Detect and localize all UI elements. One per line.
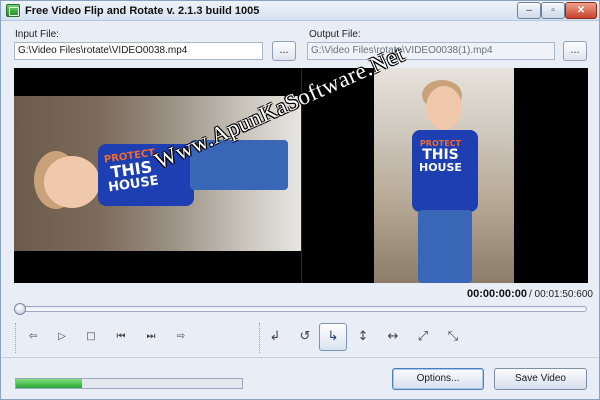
output-browse-button[interactable]: ... <box>563 41 587 61</box>
save-video-button[interactable]: Save Video <box>494 368 587 390</box>
flip-horizontal-button[interactable]: ↔ <box>379 323 407 351</box>
transverse-icon: ⤡ <box>447 329 459 344</box>
window-title: Free Video Flip and Rotate v. 2.1.3 buil… <box>25 5 260 17</box>
output-child-jeans <box>418 210 472 283</box>
next-frame-icon: ⏭ <box>146 331 156 342</box>
options-button[interactable]: Options... <box>392 368 484 390</box>
current-time: 00:00:00:00 <box>467 288 527 300</box>
seek-thumb[interactable] <box>14 303 26 315</box>
output-child-shirt: PROTECT THIS HOUSE <box>412 130 478 212</box>
source-child-face <box>44 156 100 208</box>
rotate-right-button[interactable]: ↳ <box>319 323 347 351</box>
maximize-button[interactable]: ▫ <box>541 2 565 19</box>
output-preview: PROTECT THIS HOUSE <box>374 68 514 283</box>
progress-bar <box>15 378 243 389</box>
rotate-180-button[interactable]: ↺ <box>291 323 319 351</box>
play-button[interactable]: ▷ <box>48 323 76 351</box>
total-duration: / 00:01:50:600 <box>529 289 593 300</box>
transverse-button[interactable]: ⤡ <box>439 323 467 351</box>
flip-vertical-button[interactable]: ↕ <box>349 323 377 351</box>
output-shirt-line3: HOUSE <box>419 161 462 174</box>
output-shirt-line2: THIS <box>422 147 459 163</box>
input-file-field[interactable]: G:\Video Files\rotate\VIDEO0038.mp4 <box>14 42 263 60</box>
stop-button[interactable]: □ <box>77 323 105 351</box>
rotate-left-button[interactable]: ↲ <box>261 323 289 351</box>
app-window: Free Video Flip and Rotate v. 2.1.3 buil… <box>0 0 600 400</box>
app-icon <box>6 4 20 17</box>
transpose-icon: ⤢ <box>417 329 429 344</box>
previous-frame-button[interactable]: ⏮ <box>107 323 135 351</box>
output-child-face <box>426 86 462 130</box>
input-browse-button[interactable]: ... <box>272 41 296 61</box>
seek-bar[interactable] <box>15 306 587 312</box>
flip-horizontal-icon: ↔ <box>387 329 399 344</box>
forward-button[interactable]: ⇨ <box>167 323 195 351</box>
progress-fill <box>16 379 82 388</box>
input-file-label: Input File: <box>15 29 59 40</box>
rewind-button[interactable]: ⇦ <box>19 323 47 351</box>
close-button[interactable]: ✕ <box>565 2 597 19</box>
next-frame-button[interactable]: ⏭ <box>137 323 165 351</box>
bottom-separator <box>1 357 599 358</box>
transpose-button[interactable]: ⤢ <box>409 323 437 351</box>
rotate-right-icon: ↳ <box>327 329 339 344</box>
play-icon: ▷ <box>58 331 66 342</box>
output-file-label: Output File: <box>309 29 361 40</box>
title-bar: Free Video Flip and Rotate v. 2.1.3 buil… <box>1 1 599 21</box>
stop-icon: □ <box>86 331 96 342</box>
rotate-left-icon: ↲ <box>269 329 281 344</box>
minimize-button[interactable]: – <box>517 2 541 19</box>
forward-icon: ⇨ <box>176 331 186 342</box>
rotate-180-icon: ↺ <box>299 329 311 344</box>
previous-frame-icon: ⏮ <box>116 331 126 342</box>
flip-vertical-icon: ↕ <box>357 329 369 344</box>
output-file-field[interactable]: G:\Video Files\rotate\VIDEO0038(1).mp4 <box>307 42 555 60</box>
rewind-icon: ⇦ <box>28 331 38 342</box>
